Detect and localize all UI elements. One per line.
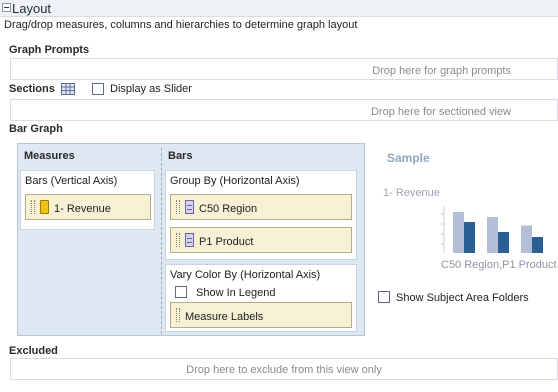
sample-title: Sample (387, 151, 430, 165)
collapse-icon[interactable] (2, 3, 11, 12)
measure-labels-chip[interactable]: Measure Labels (170, 302, 352, 328)
sample-chart (441, 206, 543, 253)
graph-prompts-drop-text: Drop here for graph prompts (372, 65, 511, 77)
c50-region-label: C50 Region (199, 203, 258, 215)
hierarchy-icon (185, 200, 194, 214)
excluded-title: Excluded (9, 345, 58, 357)
sample-bar-dark (464, 222, 475, 253)
sample-bars (453, 212, 543, 253)
display-as-slider-checkbox[interactable] (92, 83, 104, 95)
sample-x-label: C50 Region,P1 Product (441, 259, 557, 271)
layout-title: Layout (12, 1, 52, 16)
revenue-measure-chip[interactable]: 1- Revenue (25, 194, 151, 220)
measures-heading: Measures (24, 150, 75, 162)
excluded-dropzone[interactable]: Drop here to exclude from this view only (10, 358, 558, 380)
show-subject-area-folders-label: Show Subject Area Folders (396, 292, 529, 304)
group-by-label: Group By (Horizontal Axis) (170, 175, 300, 187)
measure-labels-label: Measure Labels (185, 311, 264, 323)
sections-drop-text: Drop here for sectioned view (370, 106, 511, 118)
panel-divider (161, 148, 162, 334)
vary-color-label: Vary Color By (Horizontal Axis) (170, 269, 321, 281)
drag-handle-icon[interactable] (31, 200, 35, 214)
drag-handle-icon[interactable] (176, 233, 180, 247)
measure-icon (40, 200, 49, 214)
show-subject-area-folders-checkbox[interactable] (378, 291, 390, 303)
revenue-measure-label: 1- Revenue (54, 203, 111, 215)
show-in-legend-checkbox[interactable] (175, 286, 187, 298)
layout-description: Drag/drop measures, columns and hierarch… (4, 19, 358, 31)
show-in-legend-label: Show In Legend (196, 287, 276, 299)
sections-dropzone[interactable]: Drop here for sectioned view (10, 99, 558, 121)
sample-bar-dark (532, 237, 543, 253)
bar-graph-title: Bar Graph (9, 123, 63, 135)
drag-handle-icon[interactable] (176, 308, 180, 322)
display-as-slider-label: Display as Slider (110, 83, 192, 95)
sample-bar-dark (498, 232, 509, 253)
graph-prompts-title: Graph Prompts (9, 44, 90, 56)
sample-bar-light (487, 217, 498, 253)
graph-prompts-dropzone[interactable]: Drop here for graph prompts (10, 58, 558, 80)
sample-bar-light (453, 212, 464, 253)
excluded-drop-text: Drop here to exclude from this view only (186, 364, 382, 376)
layout-header (0, 0, 558, 17)
hierarchy-icon (185, 233, 194, 247)
grid-icon[interactable] (61, 83, 75, 95)
sample-axis (441, 206, 445, 253)
sections-title: Sections (9, 83, 55, 95)
sample-bar-light (521, 225, 532, 253)
bars-heading: Bars (168, 150, 193, 162)
p1-product-chip[interactable]: P1 Product (170, 227, 352, 253)
measures-axis-label: Bars (Vertical Axis) (25, 175, 118, 187)
p1-product-label: P1 Product (199, 236, 254, 248)
c50-region-chip[interactable]: C50 Region (170, 194, 352, 220)
sample-y-label: 1- Revenue (383, 187, 440, 199)
drag-handle-icon[interactable] (176, 200, 180, 214)
